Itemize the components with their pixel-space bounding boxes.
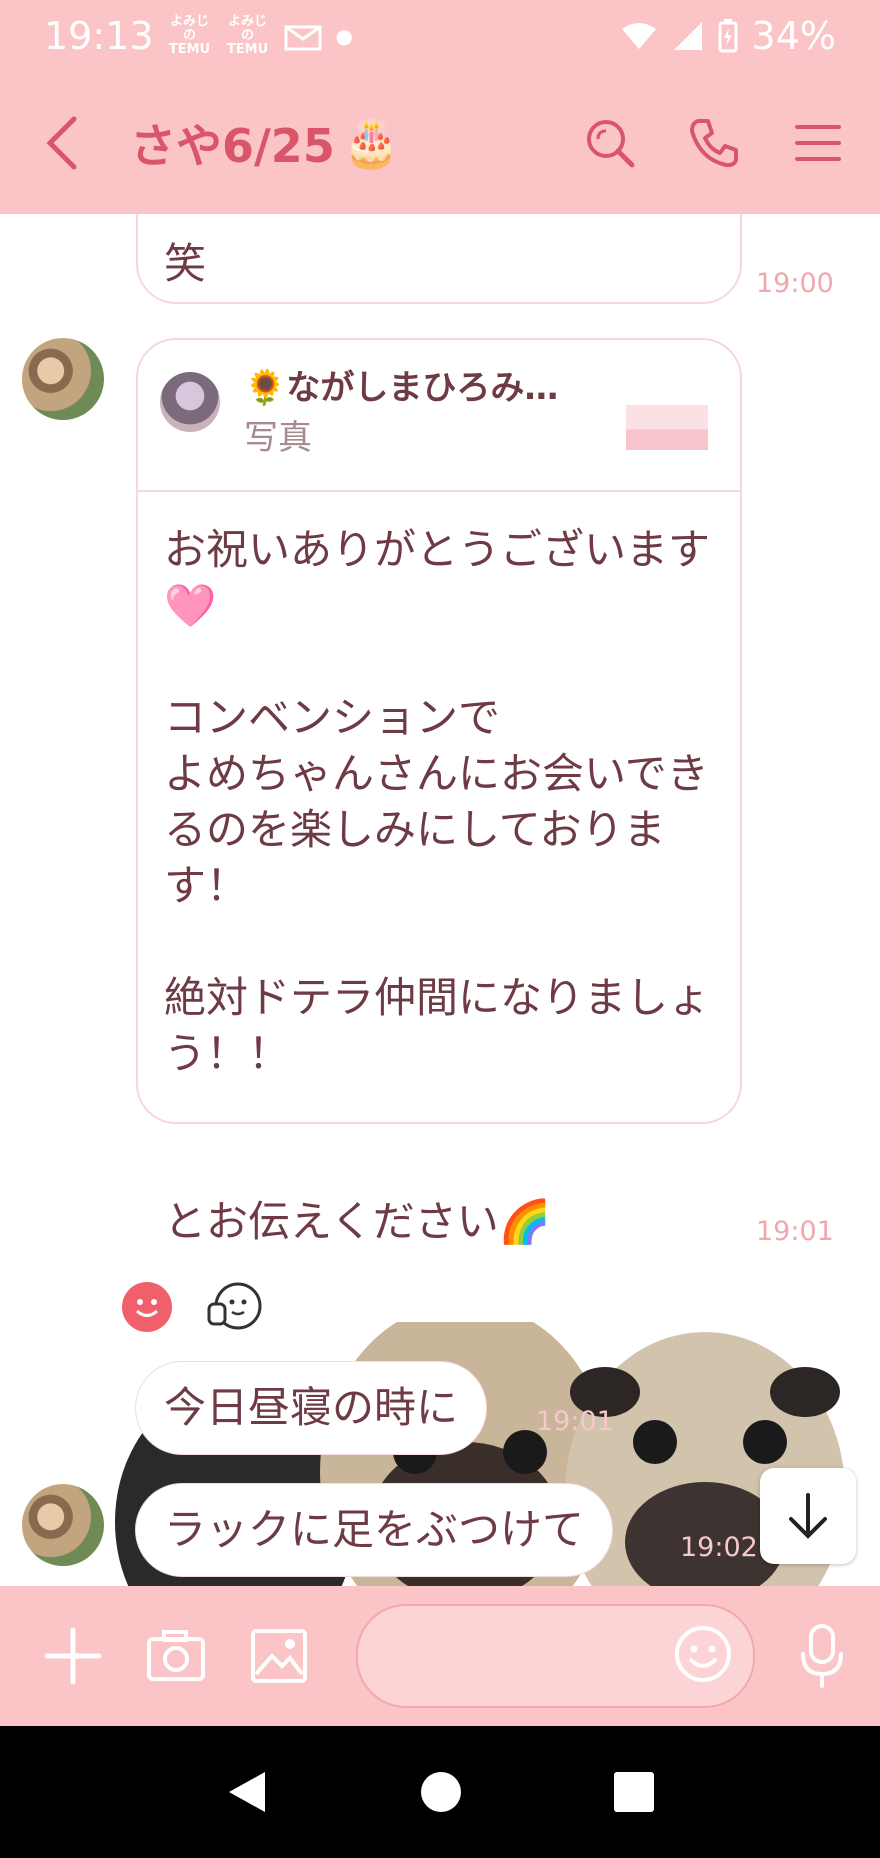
nav-recents-icon[interactable] xyxy=(613,1771,655,1813)
voice-button[interactable] xyxy=(793,1621,852,1691)
mic-icon xyxy=(801,1624,844,1688)
menu-button[interactable] xyxy=(792,117,844,169)
emoji-icon xyxy=(674,1626,731,1682)
header-actions xyxy=(584,117,844,169)
image-icon xyxy=(251,1629,307,1683)
search-icon xyxy=(587,120,635,168)
chevron-left-icon xyxy=(46,116,77,170)
battery-level: 34% xyxy=(751,14,836,58)
reply-type: 写真 xyxy=(244,418,312,458)
input-bar xyxy=(0,1586,880,1726)
camera-button[interactable] xyxy=(143,1623,208,1689)
status-bar-right: 34% xyxy=(620,14,836,58)
status-bar: 19:13 よみじの TEMU よみじの TEMU ● 34% xyxy=(0,0,880,72)
mail-notification-icon xyxy=(284,25,322,51)
notification-temu-icon: よみじの TEMU xyxy=(168,14,211,57)
message-bubble-3[interactable]: 今日昼寝の時に xyxy=(136,1362,487,1454)
notification-label-2: TEMU xyxy=(226,42,269,57)
call-button[interactable] xyxy=(688,117,740,169)
cake-emoji: 🎂 xyxy=(342,115,401,170)
message-text-partial: 笑 xyxy=(164,239,207,288)
more-notifications-dot: ● xyxy=(335,24,353,48)
message-time-3: 19:01 xyxy=(536,1406,614,1437)
reply-sender-name: 🌻ながしまひろみ… xyxy=(244,368,559,408)
message-bubble-reply[interactable]: 🌻ながしまひろみ… 写真 お祝いありがとうございます🩷 コンベンションで よめち… xyxy=(136,338,742,1246)
chat-header: さや6/25 🎂 xyxy=(0,72,880,214)
reply-quote[interactable]: 🌻ながしまひろみ… 写真 xyxy=(138,340,740,492)
plus-button[interactable] xyxy=(40,1623,105,1689)
battery-icon xyxy=(718,19,738,53)
avatar-2[interactable] xyxy=(22,1484,104,1566)
nav-back-icon[interactable] xyxy=(225,1768,269,1816)
reply-avatar xyxy=(160,372,220,432)
chat-title-text: さや6/25 xyxy=(130,119,335,173)
message-time-4: 19:02 xyxy=(680,1532,758,1563)
message-bubble-4[interactable]: ラックに足をぶつけて xyxy=(136,1484,613,1576)
message-time-main: 19:01 xyxy=(756,1216,834,1247)
status-bar-left: 19:13 よみじの TEMU よみじの TEMU ● xyxy=(44,14,353,58)
message-time-partial: 19:00 xyxy=(756,268,834,299)
search-button[interactable] xyxy=(584,117,636,169)
phone-icon xyxy=(690,119,738,168)
signal-icon xyxy=(673,22,702,50)
message-input[interactable] xyxy=(355,1604,755,1708)
camera-icon xyxy=(146,1630,205,1681)
image-button[interactable] xyxy=(246,1623,311,1689)
arrow-down-icon xyxy=(789,1493,827,1539)
back-button[interactable] xyxy=(44,108,100,178)
chat-area[interactable]: 笑 19:00 🌻ながしまひろみ… 写真 お祝いありがとうございます🩷 コンベン… xyxy=(0,214,880,1586)
avatar[interactable] xyxy=(22,338,104,420)
notification-temu-icon-2: よみじの TEMU xyxy=(226,14,269,57)
message-text-4: ラックに足をぶつけて xyxy=(164,1505,585,1554)
emoji-button[interactable] xyxy=(673,1624,733,1684)
message-text-main: お祝いありがとうございます🩷 コンベンションで よめちゃんさんにお会いできるのを… xyxy=(164,525,711,1246)
clock: 19:13 xyxy=(44,14,154,58)
plus-icon xyxy=(44,1628,101,1684)
system-nav-bar xyxy=(0,1726,880,1858)
scroll-to-bottom-button[interactable] xyxy=(760,1468,856,1564)
nav-home-icon[interactable] xyxy=(420,1771,462,1813)
wifi-icon xyxy=(621,23,656,49)
reply-thumbnail xyxy=(626,368,708,450)
message-bubble-partial[interactable]: 笑 xyxy=(136,214,742,304)
menu-icon xyxy=(795,125,841,161)
notification-label: TEMU xyxy=(168,42,211,57)
chat-title[interactable]: さや6/25 🎂 xyxy=(130,110,584,176)
message-text-3: 今日昼寝の時に xyxy=(164,1383,459,1432)
